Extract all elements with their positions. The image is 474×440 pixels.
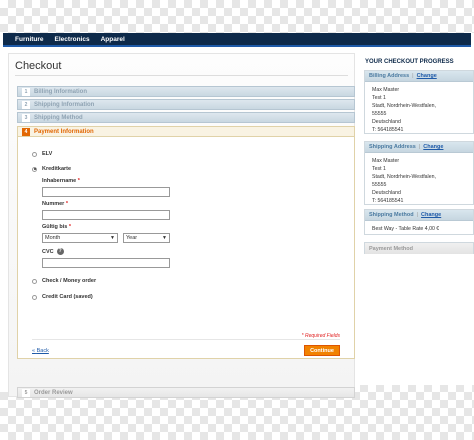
step-number: 4 bbox=[22, 127, 30, 136]
gueltig-label: Gültig bis * bbox=[42, 224, 71, 230]
address-line: Max Master bbox=[372, 87, 400, 93]
top-navigation: Furniture Electronics Apparel bbox=[3, 33, 471, 47]
billing-address-header: Billing Address | Change bbox=[365, 71, 473, 82]
box-heading: Payment Method bbox=[369, 245, 414, 252]
radio-kreditkarte[interactable] bbox=[32, 166, 37, 172]
step-number: 3 bbox=[22, 113, 30, 122]
checkout-page: Furniture Electronics Apparel Checkout 1… bbox=[0, 33, 474, 398]
payment-option-check-money-order[interactable]: Check / Money order bbox=[32, 278, 96, 284]
cvc-label: CVC ? bbox=[42, 248, 64, 255]
address-line: Deutschland bbox=[372, 190, 401, 196]
step-label: Order Review bbox=[34, 389, 73, 396]
step-billing-information[interactable]: 1 Billing Information bbox=[17, 86, 355, 97]
step-payment-information[interactable]: 4 Payment Information bbox=[17, 126, 355, 137]
step-label: Shipping Information bbox=[34, 101, 95, 108]
nav-item-furniture[interactable]: Furniture bbox=[15, 36, 44, 43]
step-number: 5 bbox=[22, 388, 30, 397]
step-order-review[interactable]: 5 Order Review bbox=[17, 387, 355, 398]
box-heading: Shipping Address bbox=[369, 144, 416, 150]
address-line: Test 1 bbox=[372, 166, 386, 172]
option-label: ELV bbox=[42, 151, 53, 157]
separator: | bbox=[418, 144, 421, 150]
shipping-method-body: Best Way - Table Rate 4,00 € bbox=[365, 221, 473, 237]
continue-button[interactable]: Continue bbox=[304, 345, 340, 356]
required-marker: * bbox=[65, 201, 68, 207]
billing-address-box: Billing Address | Change Max Master Test… bbox=[364, 70, 474, 134]
page-title: Checkout bbox=[15, 60, 62, 72]
address-line: Max Master bbox=[372, 158, 400, 164]
separator: | bbox=[416, 212, 419, 218]
change-shipping-link[interactable]: Change bbox=[423, 144, 443, 150]
payment-option-credit-card-saved[interactable]: Credit Card (saved) bbox=[32, 294, 93, 300]
box-heading: Billing Address bbox=[369, 73, 410, 79]
address-line: T: 564185541 bbox=[372, 198, 404, 204]
step-label: Billing Information bbox=[34, 88, 87, 95]
inhabername-field[interactable] bbox=[42, 187, 170, 197]
address-line: 55555 bbox=[372, 111, 387, 117]
chevron-down-icon: ▼ bbox=[162, 235, 167, 241]
step-number: 2 bbox=[22, 100, 30, 109]
radio-check-money-order[interactable] bbox=[32, 278, 37, 284]
payment-method-header: Payment Method bbox=[365, 243, 473, 254]
month-select[interactable]: Month ▼ bbox=[42, 233, 118, 243]
nummer-label: Nummer * bbox=[42, 201, 68, 207]
option-label: Kreditkarte bbox=[42, 166, 72, 172]
radio-elv[interactable] bbox=[32, 151, 37, 157]
label-text: Inhabername bbox=[42, 178, 77, 184]
label-text: CVC bbox=[42, 248, 54, 255]
inhabername-label: Inhabername * bbox=[42, 178, 80, 184]
step-label: Payment Information bbox=[34, 128, 94, 135]
shipping-method-box: Shipping Method | Change Best Way - Tabl… bbox=[364, 209, 474, 235]
method-line: Best Way - Table Rate 4,00 € bbox=[372, 226, 440, 232]
year-select[interactable]: Year ▼ bbox=[123, 233, 170, 243]
checkout-progress-sidebar: YOUR CHECKOUT PROGRESS Billing Address |… bbox=[364, 59, 474, 254]
change-method-link[interactable]: Change bbox=[421, 212, 441, 218]
back-label: Back bbox=[36, 348, 49, 354]
nav-item-electronics[interactable]: Electronics bbox=[55, 36, 90, 43]
shipping-address-header: Shipping Address | Change bbox=[365, 142, 473, 153]
back-arrow-icon: « bbox=[32, 348, 36, 354]
change-billing-link[interactable]: Change bbox=[417, 73, 437, 79]
address-line: 55555 bbox=[372, 182, 387, 188]
checkout-main: Checkout 1 Billing Information 2 Shippin… bbox=[8, 53, 355, 398]
payment-option-kreditkarte[interactable]: Kreditkarte bbox=[32, 166, 71, 172]
option-label: Check / Money order bbox=[42, 278, 97, 284]
billing-address-body: Max Master Test 1 Stadt, Nordrhein-Westf… bbox=[365, 82, 473, 138]
chevron-down-icon: ▼ bbox=[110, 235, 115, 241]
panel-divider bbox=[32, 339, 340, 340]
address-line: T: 564185541 bbox=[372, 127, 404, 133]
radio-credit-card-saved[interactable] bbox=[32, 294, 37, 300]
address-line: Stadt, Nordrhein-Westfalen, bbox=[372, 103, 436, 109]
label-text: Gültig bis bbox=[42, 224, 68, 230]
nav-item-apparel[interactable]: Apparel bbox=[101, 36, 125, 43]
required-marker: * bbox=[68, 224, 72, 230]
box-heading: Shipping Method bbox=[369, 212, 414, 218]
label-text: Nummer bbox=[42, 201, 65, 207]
shipping-method-header: Shipping Method | Change bbox=[365, 210, 473, 221]
nummer-field[interactable] bbox=[42, 210, 170, 220]
step-label: Shipping Method bbox=[34, 114, 83, 121]
option-label: Credit Card (saved) bbox=[42, 294, 93, 300]
payment-panel: ELV Kreditkarte Inhabername * Nummer * G… bbox=[17, 137, 355, 359]
back-link[interactable]: « Back bbox=[32, 348, 49, 354]
shipping-address-box: Shipping Address | Change Max Master Tes… bbox=[364, 141, 474, 205]
selected-value: Month bbox=[45, 235, 61, 241]
address-line: Deutschland bbox=[372, 119, 401, 125]
address-line: Test 1 bbox=[372, 95, 386, 101]
step-shipping-information[interactable]: 2 Shipping Information bbox=[17, 99, 355, 110]
selected-value: Year bbox=[126, 235, 138, 241]
payment-method-box: Payment Method bbox=[364, 242, 474, 254]
payment-option-elv[interactable]: ELV bbox=[32, 151, 52, 157]
title-divider bbox=[15, 75, 348, 76]
step-shipping-method[interactable]: 3 Shipping Method bbox=[17, 112, 355, 123]
required-marker: * bbox=[77, 178, 80, 184]
help-icon[interactable]: ? bbox=[56, 248, 64, 255]
address-line: Stadt, Nordrhein-Westfalen, bbox=[372, 174, 436, 180]
cvc-field[interactable] bbox=[42, 258, 170, 268]
progress-title: YOUR CHECKOUT PROGRESS bbox=[365, 59, 454, 65]
separator: | bbox=[412, 73, 414, 79]
step-number: 1 bbox=[22, 87, 30, 96]
shipping-address-body: Max Master Test 1 Stadt, Nordrhein-Westf… bbox=[365, 153, 473, 209]
